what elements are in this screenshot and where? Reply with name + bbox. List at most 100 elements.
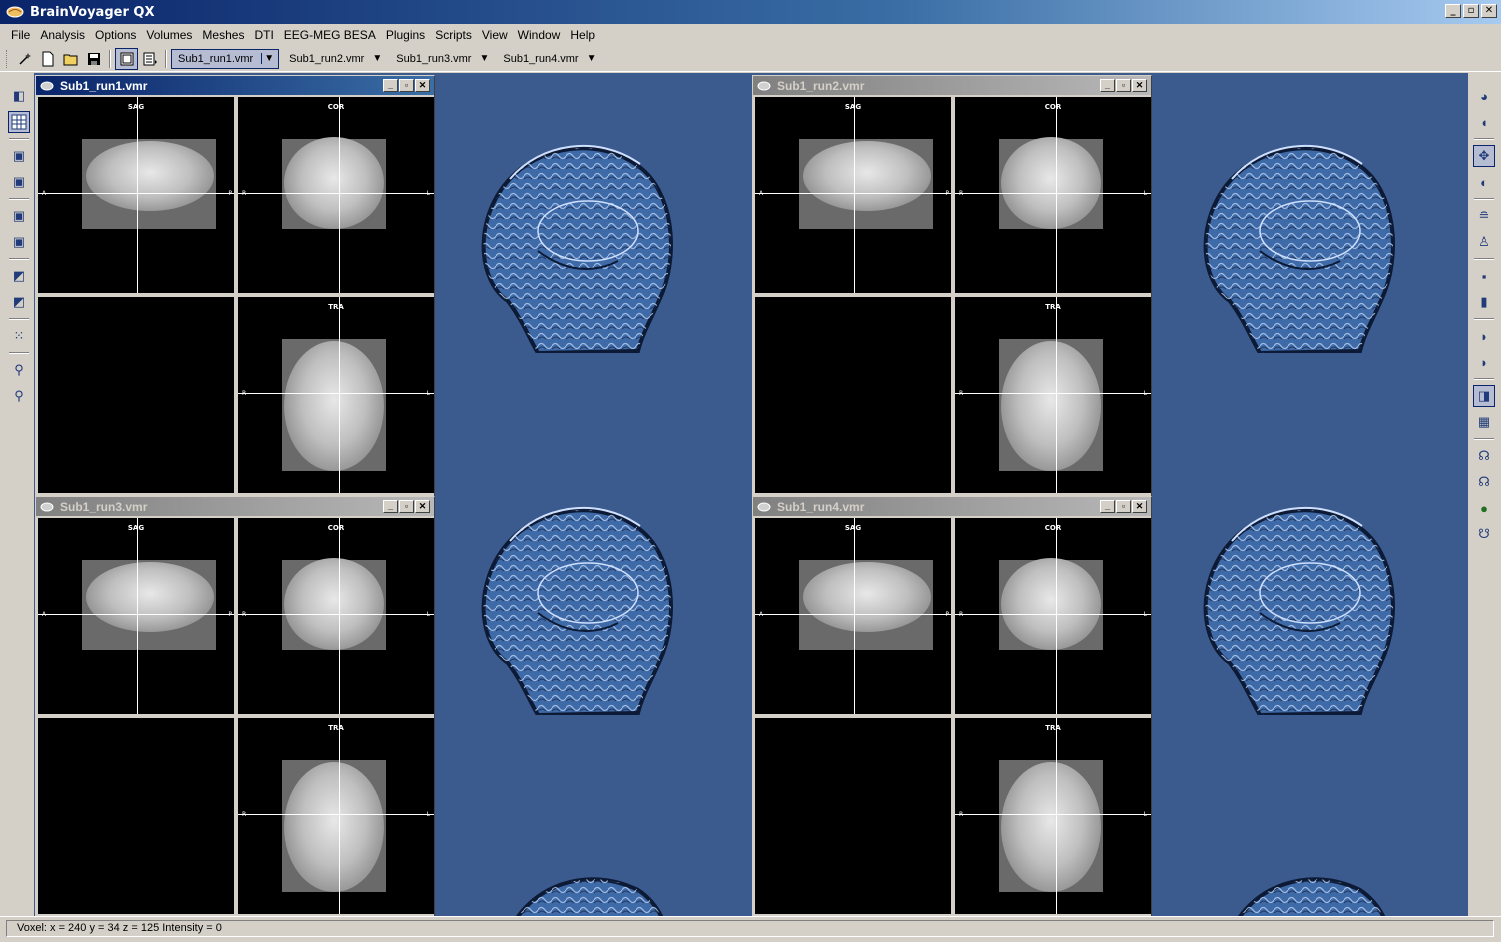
dropdown-arrow-icon[interactable]: ▼ (479, 53, 489, 64)
dropdown-arrow-icon[interactable]: ▼ (587, 53, 597, 64)
child-title-bar[interactable]: Sub1_run2.vmr _ ▫ ✕ (753, 76, 1151, 95)
menu-dti[interactable]: DTI (249, 26, 278, 44)
menu-eeg-meg-besa[interactable]: EEG-MEG BESA (279, 26, 381, 44)
person-icon[interactable]: ♙ (1473, 231, 1495, 253)
toolbar-grip[interactable] (6, 49, 9, 68)
minimize-button[interactable]: _ (1100, 500, 1115, 513)
three-view-icon[interactable]: ▣ (8, 231, 30, 253)
maximize-button[interactable]: ▫ (399, 79, 414, 92)
grid-view-icon[interactable] (8, 111, 30, 133)
zoom-out-icon[interactable]: ⚲ (8, 385, 30, 407)
volume-box-icon[interactable]: ▪ (1473, 265, 1495, 287)
coronal-pane[interactable]: COR R L (238, 97, 434, 293)
save-disk-icon[interactable] (82, 48, 105, 70)
open-folder-icon[interactable] (59, 48, 82, 70)
oblique-view-icon[interactable]: ◩ (8, 265, 30, 287)
maximize-button[interactable]: ▫ (1116, 79, 1131, 92)
vmr-window-run1[interactable]: Sub1_run1.vmr _ ▫ ✕ SAG A P COR R L TRA … (35, 75, 435, 497)
close-button[interactable]: ✕ (1132, 79, 1147, 92)
sagittal-pane[interactable]: SAG A P (38, 518, 234, 714)
coronal-pane[interactable]: COR R L (955, 97, 1151, 293)
vmr-window-run2[interactable]: Sub1_run2.vmr _ ▫ ✕ SAG A P COR R L TRA … (752, 75, 1152, 497)
child-title-bar[interactable]: Sub1_run4.vmr _ ▫ ✕ (753, 497, 1151, 516)
two-heads-icon[interactable]: ☋ (1473, 523, 1495, 545)
single-view-icon[interactable] (115, 47, 138, 70)
menu-plugins[interactable]: Plugins (381, 26, 430, 44)
sagittal-pane[interactable]: SAG A P (38, 97, 234, 293)
orient-label: P (945, 190, 949, 197)
menu-file[interactable]: File (6, 26, 35, 44)
menu-options[interactable]: Options (90, 26, 141, 44)
new-document-icon[interactable] (36, 48, 59, 70)
empty-pane[interactable] (38, 718, 234, 914)
close-button[interactable]: ✕ (415, 500, 430, 513)
orient-label: P (228, 190, 232, 197)
coronal-pane[interactable]: COR R L (955, 518, 1151, 714)
brain-hemisphere-icon[interactable]: ◐ (1473, 171, 1495, 193)
magic-wand-icon[interactable] (13, 48, 36, 70)
maximize-button[interactable]: ▫ (399, 500, 414, 513)
transversal-view-icon[interactable]: ▣ (8, 205, 30, 227)
minimize-button[interactable]: _ (1445, 4, 1461, 18)
brainvoyager-app: BrainVoyager QX _ ▫ ✕ File Analysis Opti… (0, 0, 1501, 942)
head-profile-alt-icon[interactable]: ☊ (1473, 471, 1495, 493)
head-profile-icon[interactable]: ☊ (1473, 445, 1495, 467)
transversal-pane[interactable]: TRA R L (238, 297, 434, 493)
green-head-icon[interactable]: ● (1473, 497, 1495, 519)
cube-icon[interactable]: ◧ (8, 85, 30, 107)
menu-help[interactable]: Help (565, 26, 600, 44)
move-cross-icon[interactable]: ✥ (1473, 145, 1495, 167)
doc-tab-run3[interactable]: Sub1_run3.vmr ▼ (390, 49, 493, 69)
transversal-pane[interactable]: TRA R L (955, 297, 1151, 493)
dropdown-arrow-icon[interactable]: ▼ (372, 53, 382, 64)
volume-render-icon[interactable]: ◨ (1473, 385, 1495, 407)
volume-box-alt-icon[interactable]: ▮ (1473, 291, 1495, 313)
sagittal-pane[interactable]: SAG A P (755, 97, 951, 293)
sagittal-pane[interactable]: SAG A P (755, 518, 951, 714)
close-button[interactable]: ✕ (415, 79, 430, 92)
zoom-in-icon[interactable]: ⚲ (8, 359, 30, 381)
mesh-icon[interactable]: ▦ (1473, 411, 1495, 433)
surface-arrow-icon[interactable]: ◗ (1473, 351, 1495, 373)
menu-volumes[interactable]: Volumes (141, 26, 197, 44)
oblique-grid-icon[interactable]: ◩ (8, 291, 30, 313)
coronal-pane[interactable]: COR R L (238, 518, 434, 714)
transversal-pane[interactable]: TRA R L (955, 718, 1151, 914)
child-window-controls: _ ▫ ✕ (383, 500, 430, 513)
menu-analysis[interactable]: Analysis (35, 26, 90, 44)
menu-meshes[interactable]: Meshes (197, 26, 249, 44)
coronal-view-icon[interactable]: ▣ (8, 171, 30, 193)
empty-pane[interactable] (755, 297, 951, 493)
transversal-pane[interactable]: TRA R L (238, 718, 434, 914)
dots-grid-icon[interactable]: ⁙ (8, 325, 30, 347)
minimize-button[interactable]: _ (1100, 79, 1115, 92)
close-button[interactable]: ✕ (1132, 500, 1147, 513)
menu-view[interactable]: View (477, 26, 513, 44)
slice-stack-icon[interactable]: ≘ (1473, 205, 1495, 227)
head-render-icon[interactable]: ◕ (1473, 85, 1495, 107)
head-small-icon[interactable]: ◖ (1473, 111, 1495, 133)
empty-pane[interactable] (38, 297, 234, 493)
vmr-window-run4[interactable]: Sub1_run4.vmr _ ▫ ✕ SAG A P COR R L TRA … (752, 496, 1152, 916)
child-title: Sub1_run1.vmr (60, 78, 148, 93)
surface-icon[interactable]: ◗ (1473, 325, 1495, 347)
maximize-button[interactable]: ▫ (1116, 500, 1131, 513)
menu-window[interactable]: Window (513, 26, 566, 44)
empty-pane[interactable] (755, 718, 951, 914)
restore-button[interactable]: ▫ (1463, 4, 1479, 18)
orient-label: L (426, 811, 430, 818)
sagittal-view-icon[interactable]: ▣ (8, 145, 30, 167)
crosshair-vertical (1056, 518, 1057, 714)
minimize-button[interactable]: _ (383, 79, 398, 92)
child-title-bar[interactable]: Sub1_run1.vmr _ ▫ ✕ (36, 76, 434, 95)
vmr-window-run3[interactable]: Sub1_run3.vmr _ ▫ ✕ SAG A P COR R L TRA … (35, 496, 435, 916)
list-view-icon[interactable] (138, 48, 161, 70)
menu-scripts[interactable]: Scripts (430, 26, 477, 44)
dropdown-arrow-icon[interactable]: ▼ (261, 53, 274, 64)
minimize-button[interactable]: _ (383, 500, 398, 513)
child-title-bar[interactable]: Sub1_run3.vmr _ ▫ ✕ (36, 497, 434, 516)
doc-tab-run1[interactable]: Sub1_run1.vmr ▼ (171, 48, 280, 69)
doc-tab-run2[interactable]: Sub1_run2.vmr ▼ (283, 49, 386, 69)
close-button[interactable]: ✕ (1481, 4, 1497, 18)
doc-tab-run4[interactable]: Sub1_run4.vmr ▼ (497, 49, 600, 69)
